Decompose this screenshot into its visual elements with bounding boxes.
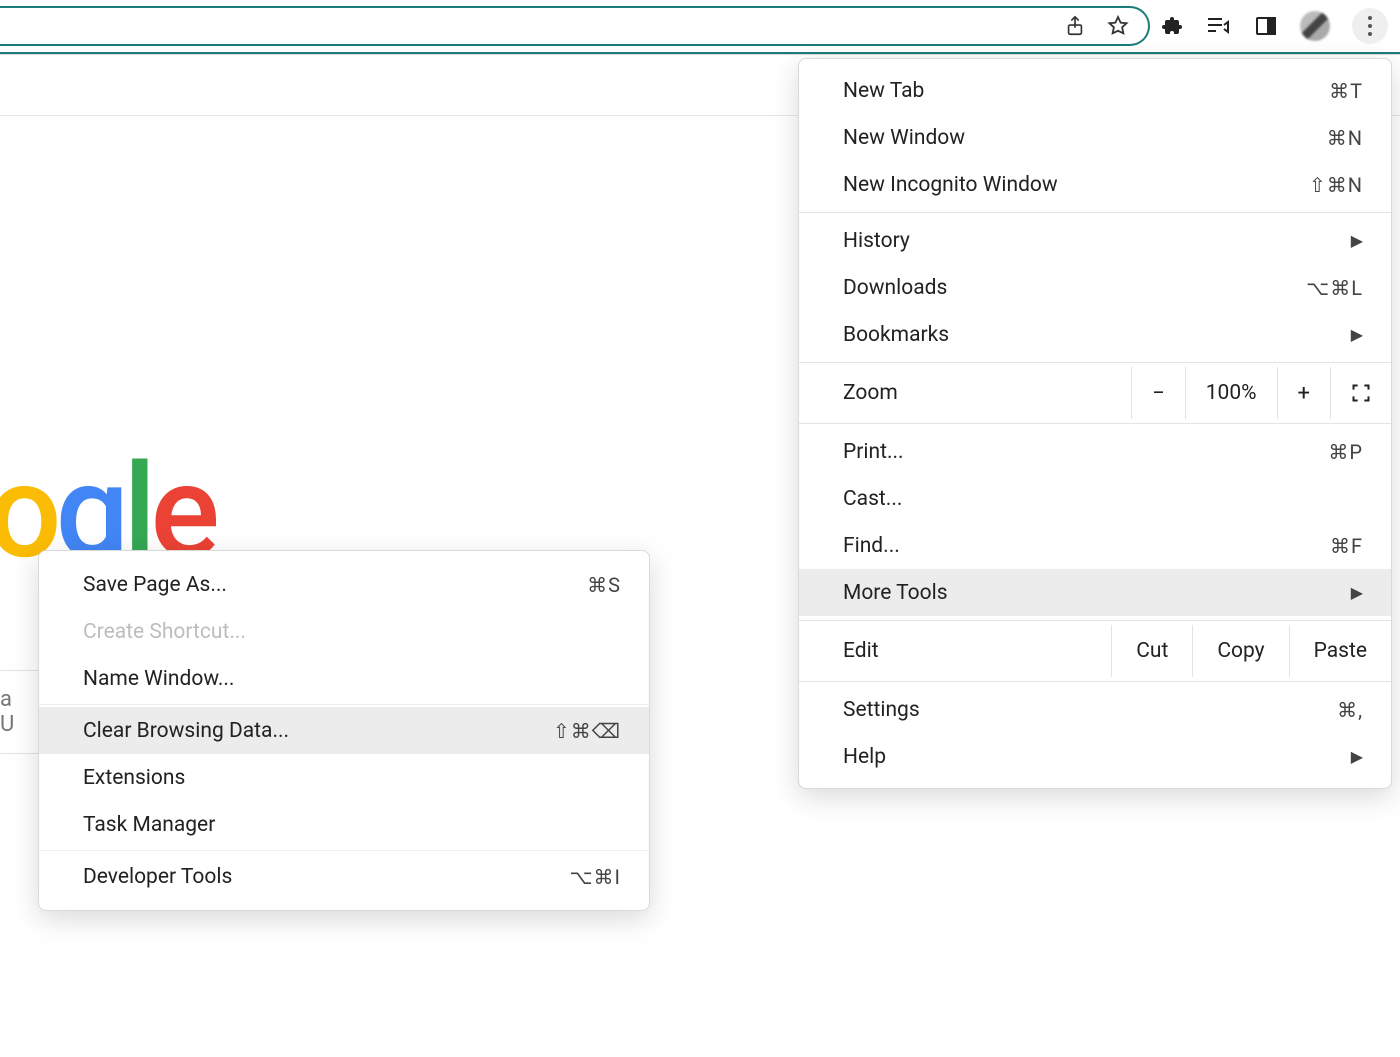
menu-cast[interactable]: Cast... bbox=[799, 475, 1391, 522]
submenu-task-manager[interactable]: Task Manager bbox=[39, 801, 649, 848]
menu-item-label: New Window bbox=[843, 126, 965, 150]
shortcut-text: ⇧⌘N bbox=[1309, 173, 1363, 197]
menu-find[interactable]: Find... ⌘F bbox=[799, 522, 1391, 569]
menu-item-label: Clear Browsing Data... bbox=[83, 719, 289, 743]
submenu-clear-browsing-data[interactable]: Clear Browsing Data... ⇧⌘⌫ bbox=[39, 707, 649, 754]
submenu-developer-tools[interactable]: Developer Tools ⌥⌘I bbox=[39, 853, 649, 900]
address-bar[interactable] bbox=[0, 6, 1150, 46]
submenu-create-shortcut: Create Shortcut... bbox=[39, 608, 649, 655]
menu-item-label: Help bbox=[843, 745, 886, 769]
browser-toolbar bbox=[0, 0, 1400, 54]
menu-zoom-row: Zoom − 100% + bbox=[799, 367, 1391, 419]
chrome-main-menu: New Tab ⌘T New Window ⌘N New Incognito W… bbox=[798, 58, 1392, 789]
toolbar-actions bbox=[1160, 8, 1400, 44]
star-icon[interactable] bbox=[1106, 14, 1130, 38]
shortcut-text: ⌘T bbox=[1329, 79, 1363, 103]
fullscreen-button[interactable] bbox=[1330, 367, 1391, 419]
menu-item-label: New Incognito Window bbox=[843, 173, 1058, 197]
menu-separator bbox=[799, 620, 1391, 621]
menu-downloads[interactable]: Downloads ⌥⌘L bbox=[799, 264, 1391, 311]
shortcut-text: ⌘F bbox=[1330, 534, 1363, 558]
menu-item-label: Cast... bbox=[843, 487, 902, 511]
shortcut-text: ⌥⌘I bbox=[570, 865, 622, 889]
submenu-save-page-as[interactable]: Save Page As... ⌘S bbox=[39, 561, 649, 608]
submenu-arrow-icon: ▶ bbox=[1351, 325, 1363, 344]
menu-separator bbox=[799, 212, 1391, 213]
menu-new-window[interactable]: New Window ⌘N bbox=[799, 114, 1391, 161]
edit-paste-button[interactable]: Paste bbox=[1289, 625, 1391, 677]
menu-item-label: Extensions bbox=[83, 766, 185, 790]
menu-item-label: Create Shortcut... bbox=[83, 620, 246, 644]
shortcut-text: ⌥⌘L bbox=[1306, 276, 1363, 300]
more-menu-button[interactable] bbox=[1352, 8, 1388, 44]
menu-bookmarks[interactable]: Bookmarks ▶ bbox=[799, 311, 1391, 358]
side-panel-icon[interactable] bbox=[1254, 14, 1278, 38]
menu-print[interactable]: Print... ⌘P bbox=[799, 428, 1391, 475]
more-tools-submenu: Save Page As... ⌘S Create Shortcut... Na… bbox=[38, 550, 650, 911]
edit-copy-button[interactable]: Copy bbox=[1192, 625, 1288, 677]
menu-item-label: History bbox=[843, 229, 910, 253]
extensions-puzzle-icon[interactable] bbox=[1160, 14, 1184, 38]
shortcut-text: ⌘, bbox=[1337, 698, 1363, 722]
zoom-in-button[interactable]: + bbox=[1277, 367, 1330, 419]
menu-item-label: Edit bbox=[799, 639, 1111, 663]
menu-item-label: Task Manager bbox=[83, 813, 215, 837]
shortcut-text: ⌘P bbox=[1328, 440, 1363, 464]
zoom-value: 100% bbox=[1185, 367, 1277, 419]
menu-separator bbox=[39, 704, 649, 705]
menu-item-label: Find... bbox=[843, 534, 900, 558]
share-icon[interactable] bbox=[1064, 15, 1086, 37]
menu-edit-row: Edit Cut Copy Paste bbox=[799, 625, 1391, 677]
shortcut-text: ⌘S bbox=[587, 573, 621, 597]
shortcut-text: ⇧⌘⌫ bbox=[553, 719, 621, 743]
menu-separator bbox=[799, 681, 1391, 682]
menu-separator bbox=[799, 423, 1391, 424]
zoom-out-button[interactable]: − bbox=[1131, 367, 1185, 419]
edit-cut-button[interactable]: Cut bbox=[1111, 625, 1192, 677]
submenu-arrow-icon: ▶ bbox=[1351, 231, 1363, 250]
menu-help[interactable]: Help ▶ bbox=[799, 733, 1391, 780]
menu-separator bbox=[39, 850, 649, 851]
menu-separator bbox=[799, 362, 1391, 363]
search-hint-fragment: a U bbox=[0, 670, 40, 754]
menu-more-tools[interactable]: More Tools ▶ bbox=[799, 569, 1391, 616]
menu-item-label: New Tab bbox=[843, 79, 924, 103]
menu-item-label: Settings bbox=[843, 698, 920, 722]
submenu-extensions[interactable]: Extensions bbox=[39, 754, 649, 801]
menu-item-label: Save Page As... bbox=[83, 573, 227, 597]
menu-settings[interactable]: Settings ⌘, bbox=[799, 686, 1391, 733]
menu-item-label: More Tools bbox=[843, 581, 948, 605]
submenu-arrow-icon: ▶ bbox=[1351, 583, 1363, 602]
submenu-arrow-icon: ▶ bbox=[1351, 747, 1363, 766]
menu-item-label: Zoom bbox=[799, 381, 1131, 405]
submenu-name-window[interactable]: Name Window... bbox=[39, 655, 649, 702]
menu-item-label: Bookmarks bbox=[843, 323, 949, 347]
profile-avatar[interactable] bbox=[1300, 11, 1330, 41]
menu-new-tab[interactable]: New Tab ⌘T bbox=[799, 67, 1391, 114]
menu-item-label: Name Window... bbox=[83, 667, 234, 691]
menu-item-label: Downloads bbox=[843, 276, 947, 300]
menu-item-label: Developer Tools bbox=[83, 865, 232, 889]
menu-new-incognito[interactable]: New Incognito Window ⇧⌘N bbox=[799, 161, 1391, 208]
menu-history[interactable]: History ▶ bbox=[799, 217, 1391, 264]
reading-list-icon[interactable] bbox=[1206, 14, 1232, 38]
shortcut-text: ⌘N bbox=[1327, 126, 1363, 150]
menu-item-label: Print... bbox=[843, 440, 904, 464]
